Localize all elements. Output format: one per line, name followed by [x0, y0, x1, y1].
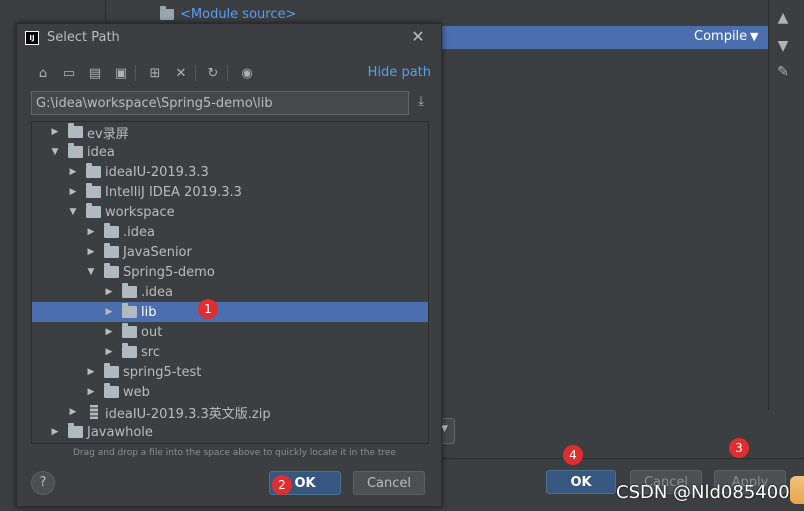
folder-icon [86, 163, 101, 178]
show-hidden-icon[interactable]: ◉ [237, 62, 257, 84]
intellij-logo-icon: IJ [25, 31, 39, 45]
download-icon[interactable]: ⤓ [413, 94, 429, 112]
dialog-title-bar[interactable]: IJ Select Path ✕ [17, 24, 441, 52]
drag-drop-hint: Drag and drop a file into the space abov… [73, 448, 396, 458]
tree-row[interactable]: ▶ out [32, 322, 428, 342]
chevron-down-icon[interactable]: ▼ [50, 147, 60, 157]
folder-icon [104, 263, 119, 278]
annotation-badge-2: 2 [272, 475, 292, 495]
annotation-badge-4: 4 [563, 445, 583, 465]
toolbar-divider [227, 65, 228, 81]
move-up-icon[interactable]: ▲ [775, 10, 791, 26]
chevron-down-icon[interactable]: ▼ [86, 267, 96, 277]
chevron-right-icon[interactable]: ▶ [104, 327, 114, 337]
folder-icon [104, 223, 119, 238]
path-input[interactable] [32, 92, 410, 114]
annotation-badge-3: 3 [729, 438, 749, 458]
chevron-right-icon[interactable]: ▶ [68, 167, 78, 177]
folder-icon [122, 283, 137, 298]
tree-row[interactable]: ▶ Javawhole [32, 422, 428, 442]
chevron-right-icon[interactable]: ▶ [86, 367, 96, 377]
chevron-right-icon[interactable]: ▶ [50, 127, 60, 137]
path-field[interactable] [31, 91, 410, 115]
background-panel [0, 0, 804, 22]
file-tree[interactable]: ▶ ev录屏 ▼ idea ▶ ideaIU-2019.3.3 ▶ IntelliJ I… [31, 121, 429, 444]
watermark: CSDN @Nld085400 [616, 482, 790, 503]
tree-row[interactable]: ▶ spring5-test [32, 362, 428, 382]
toolbar-divider [195, 65, 196, 81]
tree-row-selected[interactable]: ▶ lib [32, 302, 428, 322]
folder-icon [122, 343, 137, 358]
project-icon[interactable]: ▤ [85, 62, 105, 84]
zip-file-icon [90, 405, 98, 419]
desktop-icon[interactable]: ▭ [59, 62, 79, 84]
dialog-cancel-button[interactable]: Cancel [353, 471, 425, 495]
folder-icon [68, 143, 83, 158]
chevron-right-icon[interactable]: ▶ [86, 227, 96, 237]
delete-icon[interactable]: ✕ [171, 62, 191, 84]
home-icon[interactable]: ⌂ [33, 62, 53, 84]
tree-row[interactable]: ▶ JavaSenior [32, 242, 428, 262]
folder-icon [122, 323, 137, 338]
panel-divider [105, 0, 106, 22]
hide-path-link[interactable]: Hide path [368, 65, 431, 80]
folder-icon [86, 183, 101, 198]
chevron-down-icon[interactable]: ▼ [68, 207, 78, 217]
refresh-icon[interactable]: ↻ [203, 62, 223, 84]
tree-row[interactable]: ▶ web [32, 382, 428, 402]
tree-row[interactable]: ▶ ideaIU-2019.3.3英文版.zip [32, 402, 428, 422]
module-source-label: <Module source> [180, 6, 297, 22]
help-button[interactable]: ? [31, 471, 55, 495]
folder-icon [104, 363, 119, 378]
settings-ok-button[interactable]: OK [546, 470, 616, 494]
tree-row[interactable]: ▶ .idea [32, 282, 428, 302]
chevron-right-icon[interactable]: ▶ [86, 247, 96, 257]
tree-row[interactable]: ▶ ideaIU-2019.3.3 [32, 162, 428, 182]
tree-row[interactable]: ▼ idea [32, 142, 428, 162]
move-down-icon[interactable]: ▼ [775, 38, 791, 54]
folder-icon [68, 423, 83, 438]
tree-row[interactable]: ▶ IntelliJ IDEA 2019.3.3 [32, 182, 428, 202]
folder-icon [122, 303, 137, 318]
chevron-right-icon[interactable]: ▶ [104, 307, 114, 317]
annotation-badge-1: 1 [198, 299, 218, 319]
tree-row[interactable]: ▶ ev录屏 [32, 122, 428, 142]
tree-row[interactable]: ▼ workspace [32, 202, 428, 222]
module-icon[interactable]: ▣ [111, 62, 131, 84]
chevron-right-icon[interactable]: ▶ [104, 347, 114, 357]
chevron-right-icon[interactable]: ▶ [50, 427, 60, 437]
tree-row[interactable]: ▼ Spring5-demo [32, 262, 428, 282]
folder-icon [68, 123, 83, 138]
chevron-right-icon[interactable]: ▶ [104, 287, 114, 297]
chevron-down-icon: ▼ [441, 424, 448, 434]
new-folder-icon[interactable]: ⊞ [145, 62, 165, 84]
chevron-right-icon[interactable]: ▶ [68, 187, 78, 197]
tree-row[interactable]: ▶ .idea [32, 222, 428, 242]
toolbar-divider [135, 65, 136, 81]
right-toolbar: ▲ ▼ ✎ [768, 0, 797, 410]
select-path-dialog: IJ Select Path ✕ ⌂ ▭ ▤ ▣ ⊞ ✕ ↻ ◉ Hide pa… [16, 23, 442, 507]
scope-compile-label[interactable]: Compile [694, 29, 747, 44]
folder-icon [86, 203, 101, 218]
dialog-toolbar: ⌂ ▭ ▤ ▣ ⊞ ✕ ↻ ◉ Hide path [27, 62, 437, 84]
folder-icon [160, 5, 174, 20]
avatar [790, 476, 804, 504]
folder-icon [104, 383, 119, 398]
chevron-down-icon[interactable]: ▼ [750, 30, 758, 43]
edit-icon[interactable]: ✎ [775, 64, 791, 80]
chevron-right-icon[interactable]: ▶ [86, 387, 96, 397]
dependency-list [440, 49, 768, 409]
module-source-row[interactable]: <Module source> [160, 4, 296, 24]
folder-icon [104, 243, 119, 258]
close-icon[interactable]: ✕ [409, 28, 427, 46]
dialog-title: Select Path [47, 30, 120, 45]
chevron-right-icon[interactable]: ▶ [68, 407, 78, 417]
tree-row[interactable]: ▶ src [32, 342, 428, 362]
